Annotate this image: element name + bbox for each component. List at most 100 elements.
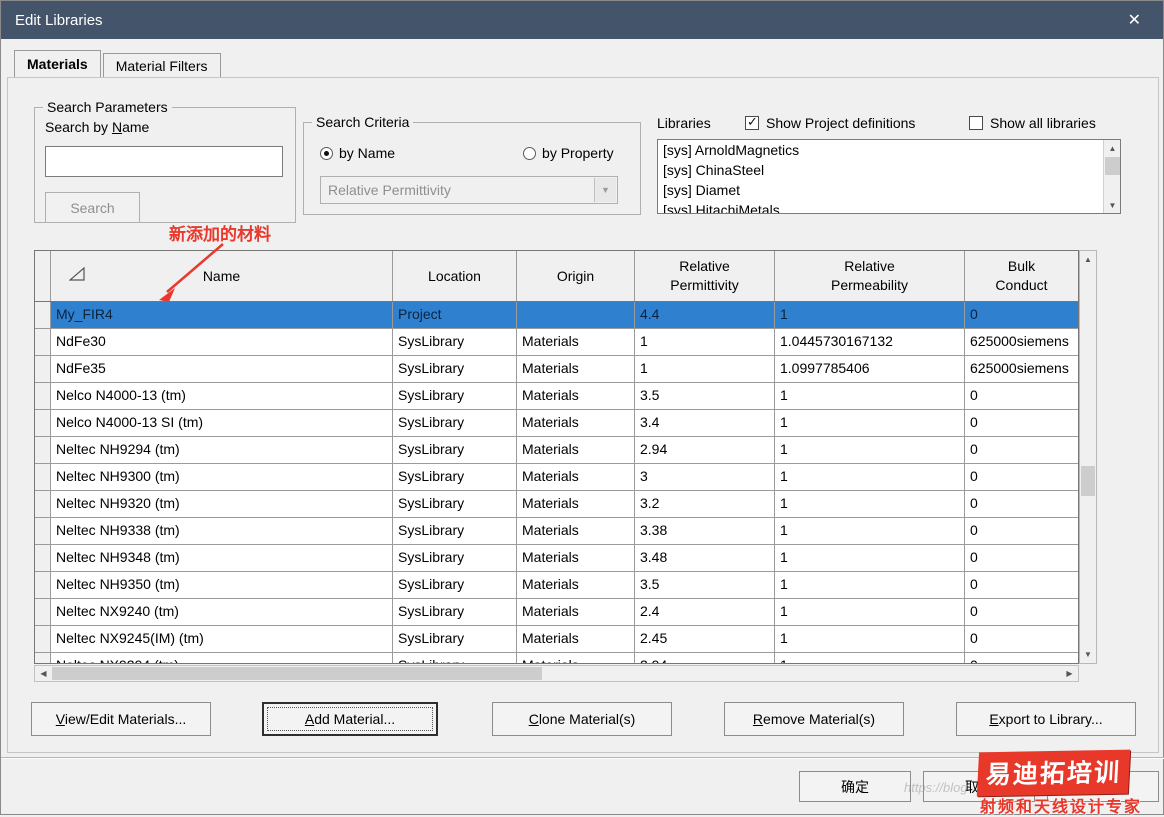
cell-permeability[interactable]: 1	[775, 437, 965, 463]
cell-conductivity[interactable]: 0	[965, 383, 1078, 409]
cell-conductivity[interactable]: 0	[965, 464, 1078, 490]
library-item[interactable]: [sys] ArnoldMagnetics	[658, 140, 1120, 160]
table-row[interactable]: NdFe30SysLibraryMaterials11.044573016713…	[35, 329, 1078, 356]
table-row[interactable]: NdFe35SysLibraryMaterials11.099778540662…	[35, 356, 1078, 383]
cell-permittivity[interactable]: 2.94	[635, 653, 775, 664]
table-row[interactable]: Neltec NH9338 (tm)SysLibraryMaterials3.3…	[35, 518, 1078, 545]
cell-origin[interactable]: Materials	[517, 626, 635, 652]
cell-location[interactable]: Project	[393, 302, 517, 328]
column-header-permittivity[interactable]: RelativePermittivity	[635, 251, 775, 301]
cell-permeability[interactable]: 1	[775, 410, 965, 436]
cell-permittivity[interactable]: 3.4	[635, 410, 775, 436]
row-selector[interactable]	[35, 437, 51, 463]
cell-permeability[interactable]: 1	[775, 626, 965, 652]
cell-permeability[interactable]: 1	[775, 653, 965, 664]
cell-location[interactable]: SysLibrary	[393, 626, 517, 652]
cell-origin[interactable]: Materials	[517, 545, 635, 571]
add-material-button[interactable]: Add Material...	[262, 702, 438, 736]
cell-name[interactable]: Neltec NH9294 (tm)	[51, 437, 393, 463]
scroll-up-icon[interactable]: ▲	[1104, 140, 1121, 156]
cell-name[interactable]: Nelco N4000-13 SI (tm)	[51, 410, 393, 436]
table-row[interactable]: Nelco N4000-13 SI (tm)SysLibraryMaterial…	[35, 410, 1078, 437]
cell-permeability[interactable]: 1	[775, 464, 965, 490]
cell-name[interactable]: Neltec NH9350 (tm)	[51, 572, 393, 598]
cell-conductivity[interactable]: 0	[965, 437, 1078, 463]
row-selector[interactable]	[35, 356, 51, 382]
cell-name[interactable]: Neltec NH9300 (tm)	[51, 464, 393, 490]
scroll-up-icon[interactable]: ▲	[1080, 251, 1096, 268]
cell-conductivity[interactable]: 0	[965, 653, 1078, 664]
cell-permeability[interactable]: 1	[775, 599, 965, 625]
cell-location[interactable]: SysLibrary	[393, 437, 517, 463]
show-all-libraries-checkbox[interactable]: Show all libraries	[969, 115, 1096, 131]
cell-name[interactable]: My_FIR4	[51, 302, 393, 328]
cell-name[interactable]: Neltec NH9338 (tm)	[51, 518, 393, 544]
cell-name[interactable]: NdFe35	[51, 356, 393, 382]
cell-permeability[interactable]: 1	[775, 383, 965, 409]
cell-conductivity[interactable]: 625000siemens	[965, 329, 1078, 355]
table-row[interactable]: Neltec NH9350 (tm)SysLibraryMaterials3.5…	[35, 572, 1078, 599]
row-selector[interactable]	[35, 410, 51, 436]
cell-permittivity[interactable]: 3.2	[635, 491, 775, 517]
cell-permeability[interactable]: 1.0445730167132	[775, 329, 965, 355]
column-header-permeability[interactable]: RelativePermeability	[775, 251, 965, 301]
cell-conductivity[interactable]: 625000siemens	[965, 356, 1078, 382]
property-dropdown[interactable]: Relative Permittivity ▼	[320, 176, 618, 204]
cell-permittivity[interactable]: 3	[635, 464, 775, 490]
table-row[interactable]: Neltec NX9245(IM) (tm)SysLibraryMaterial…	[35, 626, 1078, 653]
table-row[interactable]: Nelco N4000-13 (tm)SysLibraryMaterials3.…	[35, 383, 1078, 410]
cell-permeability[interactable]: 1	[775, 491, 965, 517]
row-selector[interactable]	[35, 626, 51, 652]
tab-material-filters[interactable]: Material Filters	[103, 53, 221, 77]
table-row[interactable]: My_FIR4Project4.410	[35, 302, 1078, 329]
close-icon[interactable]: ✕	[1120, 8, 1149, 32]
cell-origin[interactable]: Materials	[517, 329, 635, 355]
cell-name[interactable]: Neltec NX9294 (tm)	[51, 653, 393, 664]
tab-materials[interactable]: Materials	[14, 50, 101, 77]
cell-permeability[interactable]: 1	[775, 302, 965, 328]
by-property-radio[interactable]: by Property	[523, 145, 614, 161]
cell-permittivity[interactable]: 3.48	[635, 545, 775, 571]
cell-location[interactable]: SysLibrary	[393, 464, 517, 490]
cell-origin[interactable]: Materials	[517, 437, 635, 463]
scroll-right-icon[interactable]: ▶	[1061, 666, 1078, 681]
view-edit-materials-button[interactable]: View/Edit Materials...	[31, 702, 211, 736]
cell-conductivity[interactable]: 0	[965, 626, 1078, 652]
cell-name[interactable]: NdFe30	[51, 329, 393, 355]
cell-location[interactable]: SysLibrary	[393, 329, 517, 355]
cell-permittivity[interactable]: 1	[635, 329, 775, 355]
cell-permittivity[interactable]: 3.38	[635, 518, 775, 544]
cell-permittivity[interactable]: 1	[635, 356, 775, 382]
cell-origin[interactable]	[517, 302, 635, 328]
cell-location[interactable]: SysLibrary	[393, 383, 517, 409]
row-selector[interactable]	[35, 302, 51, 328]
cell-conductivity[interactable]: 0	[965, 518, 1078, 544]
title-bar[interactable]: Edit Libraries ✕	[1, 1, 1163, 39]
clone-materials-button[interactable]: Clone Material(s)	[492, 702, 672, 736]
row-selector[interactable]	[35, 572, 51, 598]
scroll-down-icon[interactable]: ▼	[1080, 646, 1096, 663]
table-row[interactable]: Neltec NH9294 (tm)SysLibraryMaterials2.9…	[35, 437, 1078, 464]
row-selector[interactable]	[35, 491, 51, 517]
row-selector[interactable]	[35, 545, 51, 571]
cell-origin[interactable]: Materials	[517, 518, 635, 544]
cell-conductivity[interactable]: 0	[965, 545, 1078, 571]
table-row[interactable]: Neltec NX9240 (tm)SysLibraryMaterials2.4…	[35, 599, 1078, 626]
table-row[interactable]: Neltec NX9294 (tm)SysLibraryMaterials2.9…	[35, 653, 1078, 664]
by-name-radio[interactable]: by Name	[320, 145, 395, 161]
cell-permeability[interactable]: 1.0997785406	[775, 356, 965, 382]
ok-button[interactable]: 确定	[799, 771, 911, 802]
cell-location[interactable]: SysLibrary	[393, 545, 517, 571]
cell-name[interactable]: Neltec NX9240 (tm)	[51, 599, 393, 625]
cell-permittivity[interactable]: 4.4	[635, 302, 775, 328]
remove-materials-button[interactable]: Remove Material(s)	[724, 702, 904, 736]
row-selector[interactable]	[35, 653, 51, 664]
library-item[interactable]: [sys] ChinaSteel	[658, 160, 1120, 180]
cell-location[interactable]: SysLibrary	[393, 572, 517, 598]
row-selector[interactable]	[35, 383, 51, 409]
table-row[interactable]: Neltec NH9348 (tm)SysLibraryMaterials3.4…	[35, 545, 1078, 572]
cell-conductivity[interactable]: 0	[965, 599, 1078, 625]
table-vertical-scrollbar[interactable]: ▲ ▼	[1079, 250, 1097, 664]
column-header-name[interactable]: Name	[51, 251, 393, 301]
export-to-library-button[interactable]: Export to Library...	[956, 702, 1136, 736]
